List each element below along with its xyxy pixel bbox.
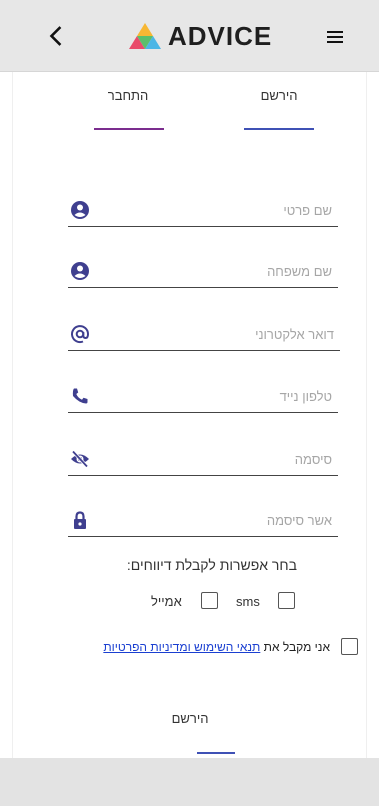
tab-register-indicator xyxy=(244,128,314,130)
app-header: ADVICE xyxy=(0,0,379,72)
phone-field[interactable]: טלפון נייד xyxy=(68,383,338,413)
email-field[interactable]: דואר אלקטרוני xyxy=(68,321,340,351)
phone-icon xyxy=(72,388,88,404)
email-report-label: אמייל xyxy=(151,594,182,609)
register-submit-button[interactable]: הירשם xyxy=(160,711,220,726)
email-placeholder: דואר אלקטרוני xyxy=(255,327,334,342)
page-footer xyxy=(0,758,379,806)
last-name-field[interactable]: שם משפחה xyxy=(68,258,338,288)
terms-link[interactable]: תנאי השימוש ומדיניות הפרטיות xyxy=(103,640,260,654)
chevron-left-icon xyxy=(49,26,62,46)
confirm-password-placeholder: אשר סיסמה xyxy=(266,513,332,528)
eye-off-icon[interactable] xyxy=(70,449,90,469)
tab-login-indicator xyxy=(94,128,164,130)
sms-checkbox[interactable] xyxy=(278,592,295,609)
menu-button[interactable] xyxy=(325,28,347,46)
terms-text: אני מקבל את תנאי השימוש ומדיניות הפרטיות xyxy=(103,640,330,654)
password-placeholder: סיסמה xyxy=(294,452,332,467)
logo-mark-icon xyxy=(129,23,161,49)
password-field[interactable]: סיסמה xyxy=(68,446,338,476)
account-circle-icon xyxy=(71,262,89,280)
first-name-field[interactable]: שם פרטי xyxy=(68,197,338,227)
terms-checkbox[interactable] xyxy=(341,638,358,655)
report-options-title: בחר אפשרות לקבלת דיווחים: xyxy=(126,557,297,573)
first-name-placeholder: שם פרטי xyxy=(283,203,332,218)
submit-underline xyxy=(197,752,235,754)
last-name-placeholder: שם משפחה xyxy=(267,264,332,279)
logo-text: ADVICE xyxy=(168,20,273,51)
hamburger-menu-icon xyxy=(327,31,343,43)
account-circle-icon xyxy=(71,201,89,219)
tab-register[interactable]: הירשם xyxy=(234,88,324,103)
at-sign-icon xyxy=(71,325,90,344)
lock-icon xyxy=(74,511,86,529)
register-form-container xyxy=(12,72,367,758)
tab-login[interactable]: התחבר xyxy=(83,88,173,103)
back-button[interactable] xyxy=(44,24,68,48)
phone-placeholder: טלפון נייד xyxy=(279,389,332,404)
advice-logo: ADVICE xyxy=(128,21,272,51)
confirm-password-field[interactable]: אשר סיסמה xyxy=(68,507,338,537)
email-report-checkbox[interactable] xyxy=(201,592,218,609)
sms-label: sms xyxy=(236,594,260,609)
terms-prefix: אני מקבל את xyxy=(263,640,330,654)
